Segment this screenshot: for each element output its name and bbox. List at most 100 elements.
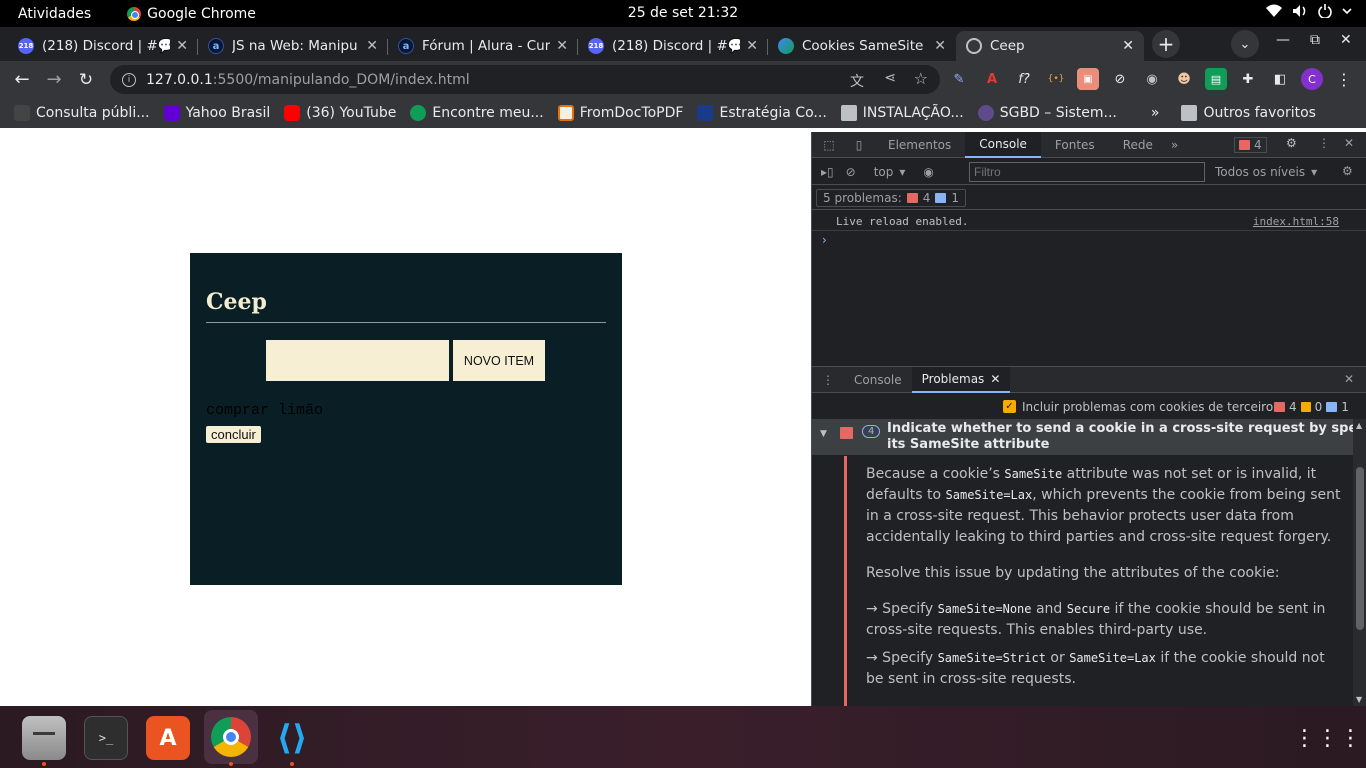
menu-kebab-icon[interactable]: ⋮: [1333, 68, 1355, 90]
console-prompt[interactable]: ›: [822, 233, 827, 247]
puzzle-icon[interactable]: ✚: [1237, 68, 1259, 90]
context-select[interactable]: top ▾: [874, 165, 906, 179]
clear-console-icon[interactable]: ⊘: [846, 165, 856, 179]
face-extension-icon[interactable]: ☻: [1173, 68, 1195, 90]
system-tray[interactable]: [1266, 4, 1352, 18]
share-icon[interactable]: ⋖: [884, 70, 896, 86]
bookmark-item[interactable]: (36) YouTube: [284, 105, 396, 121]
close-devtools-icon[interactable]: ✕: [1344, 136, 1354, 150]
bookmark-label: Outros favoritos: [1203, 105, 1316, 121]
reload-button[interactable]: ↻: [72, 66, 100, 94]
chrome-app-icon[interactable]: [204, 710, 258, 766]
ufo-extension-icon[interactable]: ◉: [1141, 68, 1163, 90]
collapse-triangle-icon[interactable]: ▼: [820, 429, 827, 439]
bookmark-item[interactable]: Encontre meu...: [410, 105, 544, 121]
show-apps-grid-icon[interactable]: ⋮⋮⋮: [1294, 716, 1362, 760]
close-icon[interactable]: ✕: [556, 38, 568, 54]
bookmark-folder[interactable]: INSTALAÇÃO...: [840, 105, 964, 121]
minimize-button[interactable]: —: [1276, 32, 1290, 48]
tab-js-na-web[interactable]: a JS na Web: Manipu ✕: [198, 31, 388, 61]
files-app-icon[interactable]: [22, 716, 66, 766]
settings-gear-icon[interactable]: ⚙: [1286, 136, 1297, 150]
tab-console[interactable]: Console: [965, 131, 1041, 158]
sidebar-toggle-icon[interactable]: ▸▯: [821, 165, 834, 179]
info-icon: [935, 193, 947, 203]
levels-select[interactable]: Todos os níveis ▾: [1215, 165, 1317, 179]
scroll-down-icon[interactable]: ▼: [1356, 695, 1362, 704]
back-button[interactable]: ←: [8, 66, 36, 94]
issue-header[interactable]: ▼ 4 Indicate whether to send a cookie in…: [812, 419, 1366, 455]
close-icon[interactable]: ✕: [366, 38, 378, 54]
drawer-tab-console[interactable]: Console: [844, 367, 912, 393]
problems-toolbar: ✓ Incluir problemas com cookies de terce…: [812, 394, 1366, 418]
side-panel-icon[interactable]: ◧: [1269, 68, 1291, 90]
tab-search-button[interactable]: ⌄: [1231, 30, 1259, 58]
bookmark-label: Encontre meu...: [432, 105, 544, 121]
font-extension-icon[interactable]: A: [981, 68, 1003, 90]
close-icon[interactable]: ✕: [934, 38, 946, 54]
activities-button[interactable]: Atividades: [18, 6, 91, 22]
formula-extension-icon[interactable]: f?: [1013, 68, 1035, 90]
bookmark-star-icon[interactable]: ☆: [914, 69, 928, 88]
new-item-input[interactable]: [266, 340, 449, 381]
vscode-app-icon[interactable]: ⟨⟩: [270, 716, 314, 766]
tab-ceep[interactable]: Ceep ✕: [956, 31, 1144, 61]
tab-discord-2[interactable]: 218 (218) Discord | #💬 ✕: [578, 31, 768, 61]
bookmark-item[interactable]: Estratégia Co...: [697, 105, 827, 121]
issue-title-line1: Indicate whether to send a cookie in a c…: [887, 421, 1366, 436]
tab-rede[interactable]: Rede: [1109, 132, 1167, 158]
office-extension-icon[interactable]: ▣: [1077, 68, 1099, 90]
terminal-app-icon[interactable]: >_: [84, 716, 128, 760]
info-icon[interactable]: i: [122, 72, 136, 87]
new-item-button[interactable]: NOVO ITEM: [453, 340, 545, 381]
forward-button[interactable]: →: [40, 66, 68, 94]
drawer-tab-problemas[interactable]: Problemas ✕: [911, 366, 1011, 393]
device-toggle-icon[interactable]: ▯: [844, 138, 874, 152]
scrollbar-thumb[interactable]: [1356, 467, 1364, 630]
new-tab-button[interactable]: +: [1152, 30, 1180, 58]
translate-icon[interactable]: 文: [850, 71, 864, 91]
close-icon[interactable]: ✕: [1122, 38, 1134, 54]
eye-icon[interactable]: ◉: [923, 165, 933, 179]
scroll-up-icon[interactable]: ▲: [1356, 421, 1362, 430]
discord-icon: 218: [588, 38, 604, 54]
software-store-icon[interactable]: A: [146, 716, 190, 760]
close-icon[interactable]: ✕: [990, 372, 1000, 386]
drawer-menu-icon[interactable]: ⋮: [812, 373, 844, 387]
more-tabs-icon[interactable]: »: [1171, 138, 1178, 152]
tab-forum-alura[interactable]: a Fórum | Alura - Cur ✕: [388, 31, 578, 61]
close-icon[interactable]: ✕: [176, 38, 188, 54]
bookmark-item[interactable]: SGBD – Sistem...: [977, 105, 1117, 121]
tab-elementos[interactable]: Elementos: [874, 132, 965, 158]
complete-button[interactable]: concluir: [206, 426, 261, 443]
tab-discord-1[interactable]: 218 (218) Discord | #💬 ✕: [8, 31, 198, 61]
error-counter[interactable]: 4: [1234, 137, 1267, 153]
problems-summary-button[interactable]: 5 problemas: 4 1: [816, 189, 967, 207]
console-settings-icon[interactable]: ⚙: [1342, 164, 1353, 178]
other-bookmarks-folder[interactable]: Outros favoritos: [1181, 105, 1316, 121]
profile-avatar[interactable]: C: [1301, 68, 1323, 90]
compass-extension-icon[interactable]: ⊘: [1109, 68, 1131, 90]
close-window-button[interactable]: ✕: [1340, 32, 1352, 48]
bookmark-item[interactable]: Yahoo Brasil: [163, 105, 270, 121]
console-filter-input[interactable]: [969, 162, 1205, 182]
devtools-menu-icon[interactable]: ⋮: [1318, 136, 1330, 150]
inspect-icon[interactable]: ⬚: [814, 138, 844, 152]
tab-cookies-samesite[interactable]: Cookies SameSite ✕: [768, 31, 956, 61]
third-party-checkbox[interactable]: ✓: [1003, 400, 1016, 413]
more-bookmarks-button[interactable]: »: [1151, 105, 1160, 121]
close-drawer-icon[interactable]: ✕: [1344, 372, 1354, 386]
app-menu[interactable]: Google Chrome: [127, 6, 256, 22]
bookmark-label: FromDocToPDF: [579, 105, 684, 121]
tab-fontes[interactable]: Fontes: [1041, 132, 1109, 158]
maximize-button[interactable]: ⧉: [1310, 32, 1320, 48]
log-source-link[interactable]: index.html:58: [1253, 215, 1339, 228]
pen-extension-icon[interactable]: ✎: [948, 68, 970, 90]
bookmark-item[interactable]: FromDocToPDF: [557, 105, 684, 121]
issues-scrollbar[interactable]: ▲ ▼: [1353, 419, 1366, 706]
green-extension-icon[interactable]: ▤: [1205, 68, 1227, 90]
json-extension-icon[interactable]: {•}: [1045, 68, 1067, 90]
address-bar[interactable]: i 127.0.0.1:5500/manipulando_DOM/index.h…: [110, 65, 940, 94]
close-icon[interactable]: ✕: [746, 38, 758, 54]
bookmark-item[interactable]: Consulta públi...: [14, 105, 150, 121]
